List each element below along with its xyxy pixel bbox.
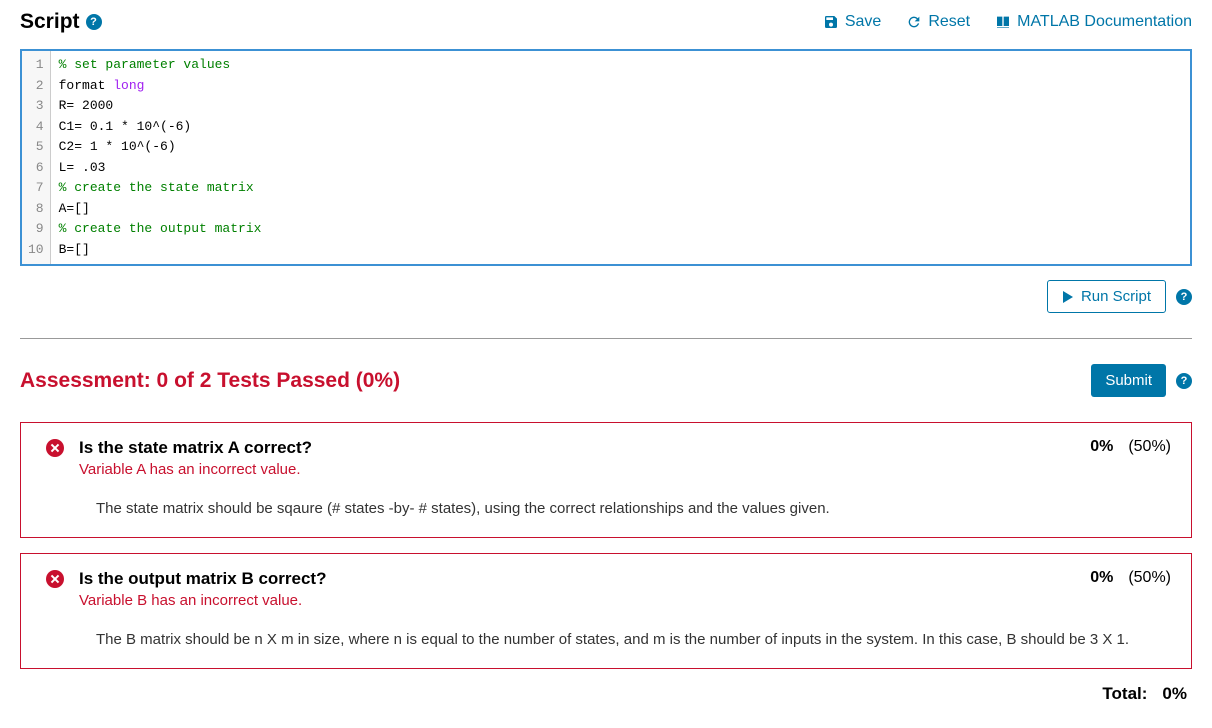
line-number: 5 (28, 137, 44, 158)
error-icon (46, 439, 64, 457)
reset-button[interactable]: Reset (906, 13, 970, 31)
test-head: Is the output matrix B correct? 0% (50%) (41, 569, 1171, 589)
tests-container: Is the state matrix A correct? 0% (50%) … (20, 422, 1192, 669)
test-score: 0% (1090, 569, 1113, 587)
test-error-msg: Variable B has an incorrect value. (41, 592, 1171, 609)
help-icon[interactable]: ? (86, 14, 102, 30)
section-divider (20, 338, 1192, 339)
assessment-actions: Submit ? (1091, 364, 1192, 397)
save-icon (823, 14, 839, 30)
test-head-left: Is the output matrix B correct? (41, 569, 326, 589)
header-bar: Script ? Save Reset MATLAB Documentation (20, 10, 1192, 34)
line-number: 3 (28, 96, 44, 117)
help-icon[interactable]: ? (1176, 373, 1192, 389)
code-line[interactable]: % create the output matrix (59, 219, 1182, 240)
line-number: 6 (28, 158, 44, 179)
code-line[interactable]: % set parameter values (59, 55, 1182, 76)
assessment-header: Assessment: 0 of 2 Tests Passed (0%) Sub… (20, 364, 1192, 397)
book-icon (995, 14, 1011, 30)
assessment-title: Assessment: 0 of 2 Tests Passed (0%) (20, 369, 400, 393)
test-title: Is the state matrix A correct? (79, 438, 312, 458)
total-row: Total: 0% (20, 684, 1192, 704)
play-icon (1062, 291, 1074, 303)
line-number: 7 (28, 178, 44, 199)
code-area[interactable]: % set parameter valuesformat longR= 2000… (51, 51, 1190, 264)
total-value: 0% (1162, 684, 1187, 704)
test-result: Is the state matrix A correct? 0% (50%) … (20, 422, 1192, 538)
test-head: Is the state matrix A correct? 0% (50%) (41, 438, 1171, 458)
code-editor[interactable]: 12345678910 % set parameter valuesformat… (20, 49, 1192, 266)
run-row: Run Script ? (20, 280, 1192, 313)
line-number: 9 (28, 219, 44, 240)
docs-link[interactable]: MATLAB Documentation (995, 13, 1192, 31)
header-left: Script ? (20, 10, 102, 34)
test-head-left: Is the state matrix A correct? (41, 438, 312, 458)
error-icon (46, 570, 64, 588)
code-line[interactable]: format long (59, 76, 1182, 97)
code-line[interactable]: % create the state matrix (59, 178, 1182, 199)
test-result: Is the output matrix B correct? 0% (50%)… (20, 553, 1192, 669)
line-number: 4 (28, 117, 44, 138)
submit-button[interactable]: Submit (1091, 364, 1166, 397)
code-line[interactable]: L= .03 (59, 158, 1182, 179)
line-number: 2 (28, 76, 44, 97)
code-line[interactable]: B=[] (59, 240, 1182, 261)
test-detail: The state matrix should be sqaure (# sta… (41, 500, 1171, 517)
reset-label: Reset (928, 13, 970, 31)
code-line[interactable]: R= 2000 (59, 96, 1182, 117)
save-button[interactable]: Save (823, 13, 881, 31)
docs-label: MATLAB Documentation (1017, 13, 1192, 31)
help-icon[interactable]: ? (1176, 289, 1192, 305)
test-error-msg: Variable A has an incorrect value. (41, 461, 1171, 478)
run-label: Run Script (1081, 288, 1151, 305)
reset-icon (906, 14, 922, 30)
code-line[interactable]: C2= 1 * 10^(-6) (59, 137, 1182, 158)
line-number: 10 (28, 240, 44, 261)
test-title: Is the output matrix B correct? (79, 569, 326, 589)
save-label: Save (845, 13, 881, 31)
test-weight: (50%) (1128, 569, 1171, 587)
total-label: Total: (1102, 684, 1147, 704)
header-actions: Save Reset MATLAB Documentation (823, 13, 1192, 31)
code-line[interactable]: A=[] (59, 199, 1182, 220)
test-score: 0% (1090, 438, 1113, 456)
page-title: Script (20, 10, 80, 34)
run-script-button[interactable]: Run Script (1047, 280, 1166, 313)
test-scores: 0% (50%) (1090, 569, 1171, 587)
code-line[interactable]: C1= 0.1 * 10^(-6) (59, 117, 1182, 138)
line-gutter: 12345678910 (22, 51, 51, 264)
test-scores: 0% (50%) (1090, 438, 1171, 456)
line-number: 1 (28, 55, 44, 76)
line-number: 8 (28, 199, 44, 220)
test-weight: (50%) (1128, 438, 1171, 456)
test-detail: The B matrix should be n X m in size, wh… (41, 631, 1171, 648)
